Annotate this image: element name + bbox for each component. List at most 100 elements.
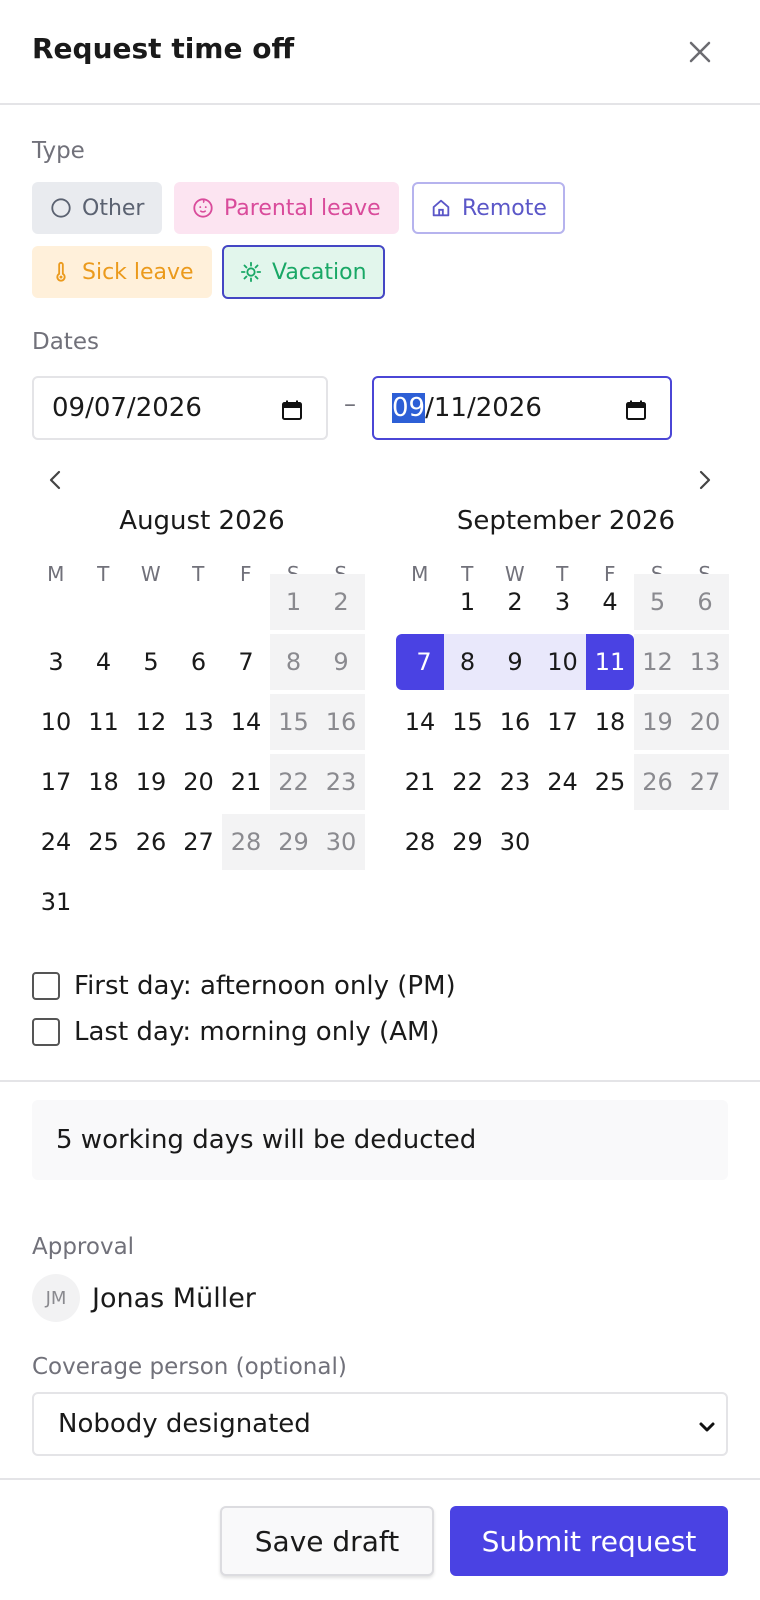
- coverage-label: Coverage person (optional): [32, 1354, 347, 1380]
- calendar-day[interactable]: 24: [539, 754, 587, 810]
- coverage-select-value: Nobody designated: [58, 1409, 311, 1439]
- type-chip-vacation[interactable]: Vacation: [222, 245, 385, 299]
- type-chip-sick[interactable]: Sick leave: [32, 246, 212, 298]
- calendar-day[interactable]: 20: [175, 754, 223, 810]
- calendar-day[interactable]: 20: [681, 694, 729, 750]
- calendar-day[interactable]: 29: [269, 814, 318, 870]
- calendar-day[interactable]: 19: [633, 694, 682, 750]
- dates-label: Dates: [32, 329, 99, 355]
- calendar-day[interactable]: 17: [539, 694, 587, 750]
- save-draft-button[interactable]: Save draft: [220, 1506, 434, 1576]
- calendar-day[interactable]: 18: [80, 754, 128, 810]
- calendar-day[interactable]: 28: [396, 814, 444, 870]
- calendar-day[interactable]: 26: [127, 814, 175, 870]
- calendar-day[interactable]: 4: [586, 574, 634, 630]
- calendar-day[interactable]: 13: [681, 634, 729, 690]
- calendar-day[interactable]: 31: [32, 874, 80, 930]
- calendar-day[interactable]: 26: [633, 754, 682, 810]
- calendar-day[interactable]: 11: [586, 634, 634, 690]
- calendar-day[interactable]: 10: [538, 634, 587, 690]
- approval-label: Approval: [32, 1234, 135, 1260]
- calendar-day[interactable]: 27: [681, 754, 729, 810]
- checkbox-box[interactable]: [32, 972, 60, 1000]
- calendar-day[interactable]: 4: [80, 634, 128, 690]
- calendar-day[interactable]: 15: [269, 694, 318, 750]
- calendar-day[interactable]: 10: [32, 694, 80, 750]
- type-label: Type: [32, 138, 85, 164]
- first-day-pm-label: First day: afternoon only (PM): [74, 971, 456, 1001]
- calendar-day[interactable]: 16: [317, 694, 365, 750]
- calendar-day[interactable]: 19: [127, 754, 175, 810]
- calendar-day[interactable]: 27: [175, 814, 223, 870]
- type-chip-parental[interactable]: Parental leave: [174, 182, 399, 234]
- calendar-day[interactable]: 21: [396, 754, 444, 810]
- calendar-day[interactable]: 23: [317, 754, 365, 810]
- chevron-left-icon[interactable]: [38, 462, 74, 498]
- calendar-day[interactable]: 14: [222, 694, 270, 750]
- calendar-day[interactable]: 12: [633, 634, 682, 690]
- checkbox-box[interactable]: [32, 1018, 60, 1046]
- calendar-day[interactable]: 1: [269, 574, 318, 630]
- calendar-icon[interactable]: [624, 398, 648, 422]
- start-date-input[interactable]: 09/07/2026: [32, 376, 328, 440]
- calendar-day[interactable]: 2: [317, 574, 365, 630]
- type-chip-remote[interactable]: Remote: [412, 182, 565, 234]
- calendar-day[interactable]: 22: [444, 754, 492, 810]
- dialog-title: Request time off: [32, 32, 295, 65]
- calendar-day[interactable]: 9: [317, 634, 365, 690]
- calendar-day[interactable]: 12: [127, 694, 175, 750]
- first-day-pm-checkbox[interactable]: First day: afternoon only (PM): [32, 970, 456, 1002]
- calendar-day[interactable]: 1: [444, 574, 492, 630]
- calendar-day[interactable]: 3: [539, 574, 587, 630]
- calendar-day[interactable]: 30: [317, 814, 365, 870]
- submit-request-button[interactable]: Submit request: [450, 1506, 728, 1576]
- calendar-day[interactable]: 30: [491, 814, 539, 870]
- last-day-am-checkbox[interactable]: Last day: morning only (AM): [32, 1016, 440, 1048]
- calendar-day[interactable]: 8: [443, 634, 492, 690]
- coverage-select[interactable]: Nobody designated: [32, 1392, 728, 1456]
- calendar-day[interactable]: 25: [80, 814, 128, 870]
- type-chip-other[interactable]: Other: [32, 182, 163, 234]
- calendar-day[interactable]: 7: [222, 634, 270, 690]
- calendar-day[interactable]: 3: [32, 634, 80, 690]
- weekday-header: F: [239, 562, 252, 586]
- calendar-day[interactable]: 22: [269, 754, 318, 810]
- calendar-day[interactable]: 29: [444, 814, 492, 870]
- calendar-day[interactable]: 8: [269, 634, 318, 690]
- chevron-down-icon: [699, 1422, 715, 1432]
- calendar-day[interactable]: 6: [175, 634, 223, 690]
- calendar-day[interactable]: 5: [127, 634, 175, 690]
- sun-icon: [240, 261, 262, 283]
- calendar-day[interactable]: 18: [586, 694, 634, 750]
- type-chip-sick-label: Sick leave: [82, 259, 194, 285]
- deduction-summary: 5 working days will be deducted: [32, 1100, 728, 1180]
- baby-icon: [193, 198, 213, 218]
- calendar-day[interactable]: 15: [444, 694, 492, 750]
- start-date-value: 09/07/2026: [52, 393, 202, 423]
- calendar-day[interactable]: 17: [32, 754, 80, 810]
- type-chip-vacation-label: Vacation: [272, 259, 367, 285]
- calendar-day[interactable]: 9: [491, 634, 539, 690]
- calendar-day[interactable]: 16: [491, 694, 539, 750]
- approver: JM Jonas Müller: [32, 1274, 256, 1322]
- calendar-day[interactable]: 6: [681, 574, 729, 630]
- calendar-day[interactable]: 13: [175, 694, 223, 750]
- end-date-input[interactable]: 09/11/2026: [372, 376, 672, 440]
- calendar-day[interactable]: 24: [32, 814, 80, 870]
- calendar-day[interactable]: 28: [222, 814, 270, 870]
- calendar-day[interactable]: 21: [222, 754, 270, 810]
- calendar-day[interactable]: 5: [633, 574, 682, 630]
- calendar-day[interactable]: 14: [396, 694, 444, 750]
- calendar-day[interactable]: 11: [80, 694, 128, 750]
- end-date-month-segment[interactable]: 09: [392, 393, 426, 423]
- month-title: September 2026: [456, 506, 676, 536]
- avatar: JM: [32, 1274, 80, 1322]
- close-icon[interactable]: [684, 36, 716, 68]
- chevron-right-icon[interactable]: [686, 462, 722, 498]
- calendar-day[interactable]: 23: [491, 754, 539, 810]
- calendar-day[interactable]: 2: [491, 574, 539, 630]
- calendar-icon[interactable]: [280, 398, 304, 422]
- home-icon: [432, 199, 450, 217]
- calendar-day[interactable]: 25: [586, 754, 634, 810]
- month-title: August 2026: [119, 506, 285, 536]
